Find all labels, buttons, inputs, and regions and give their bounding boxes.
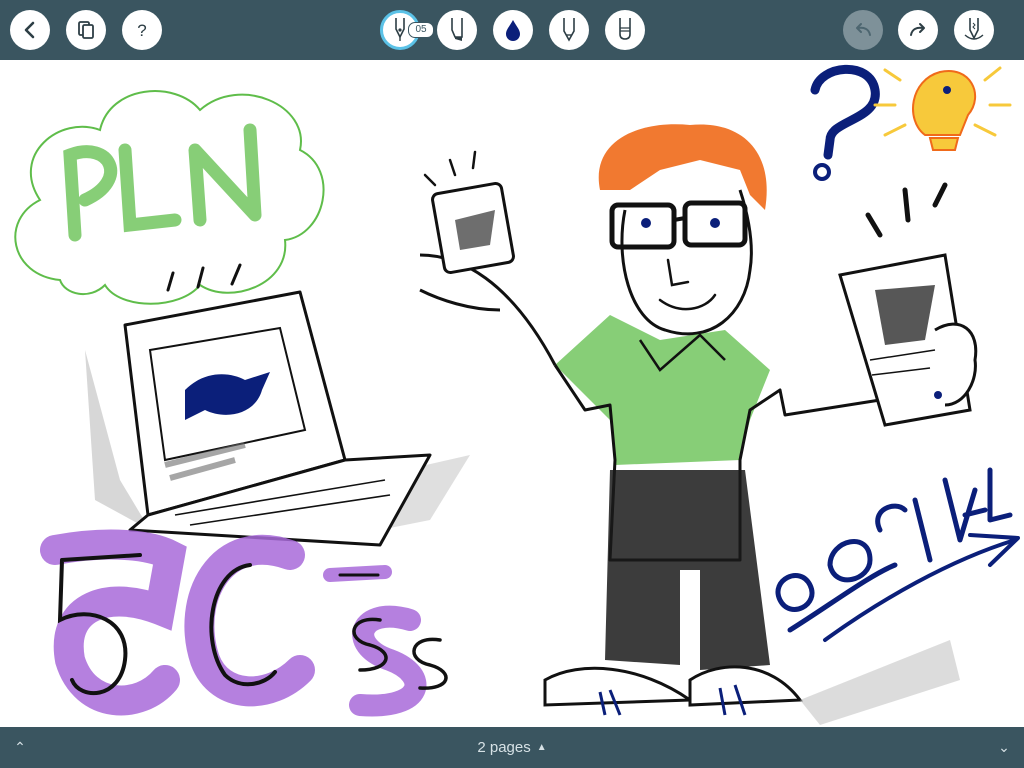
- help-button[interactable]: ?: [122, 10, 162, 50]
- idea-drawing: [810, 64, 1012, 181]
- redo-button[interactable]: [898, 10, 938, 50]
- person-drawing: [419, 124, 978, 716]
- help-icon: ?: [137, 21, 146, 40]
- pen-size-badge[interactable]: 05: [408, 22, 434, 38]
- top-toolbar: ? 05: [0, 0, 1024, 60]
- ink-color-icon: [506, 20, 520, 41]
- social-drawing: [775, 467, 1020, 725]
- undo-button[interactable]: [843, 10, 883, 50]
- marker-icon: [451, 18, 463, 41]
- bottom-bar: ⌃ 2 pages ▲ ⌄: [0, 727, 1024, 768]
- stylus-icon: [964, 18, 984, 40]
- back-icon: [24, 21, 35, 39]
- ink-color-tool[interactable]: [493, 10, 533, 50]
- 5cs-drawing: [40, 529, 448, 717]
- pages-button[interactable]: [66, 10, 106, 50]
- laptop-drawing: [85, 290, 470, 547]
- chevron-down-icon[interactable]: ⌄: [994, 737, 1014, 757]
- pages-selector[interactable]: 2 pages ▲: [0, 727, 1024, 768]
- svg-text:?: ?: [137, 21, 146, 40]
- caret-up-icon: ▲: [536, 742, 547, 753]
- pencil-tool[interactable]: [549, 10, 589, 50]
- stylus-button[interactable]: [954, 10, 994, 50]
- marker-tool[interactable]: [437, 10, 477, 50]
- pln-cloud-drawing: [14, 90, 325, 305]
- undo-icon: [856, 23, 871, 36]
- back-button[interactable]: [10, 10, 50, 50]
- drawing-canvas[interactable]: [0, 60, 1024, 727]
- eraser-icon: [619, 18, 631, 40]
- pencil-icon: [563, 18, 575, 42]
- pages-icon: [78, 21, 94, 39]
- eraser-tool[interactable]: [605, 10, 645, 50]
- pages-label: 2 pages: [477, 739, 531, 756]
- redo-icon: [910, 23, 925, 36]
